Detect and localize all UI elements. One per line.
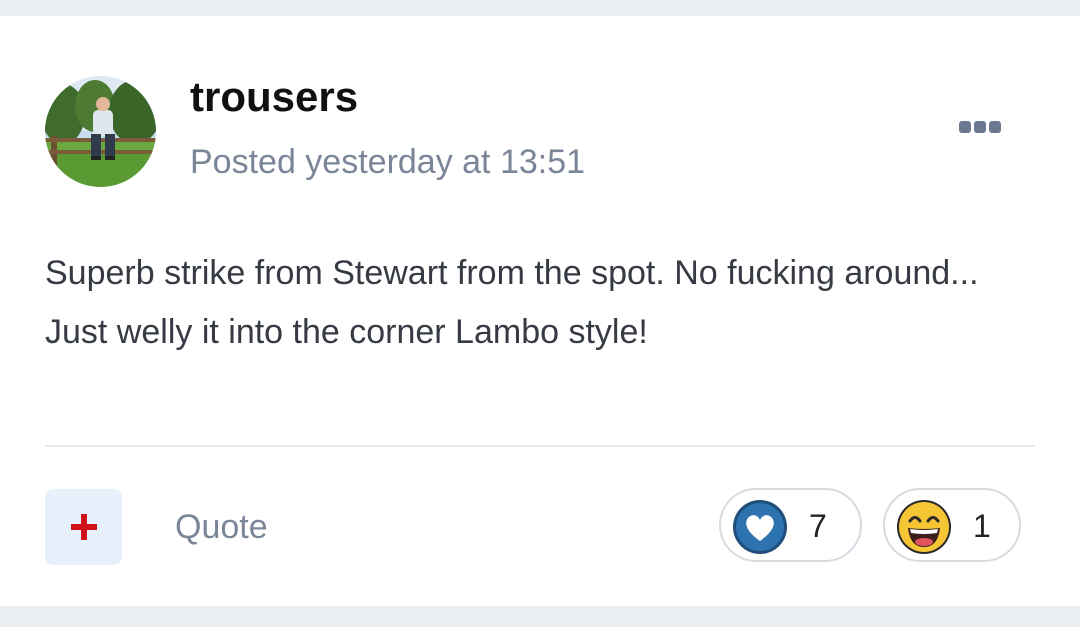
reaction-count: 7	[809, 508, 827, 544]
add-reaction-button[interactable]	[45, 489, 122, 565]
ellipsis-icon-dot	[989, 121, 1001, 133]
post-author[interactable]: trousers	[190, 72, 358, 122]
avatar-photo-icon	[45, 76, 156, 187]
avatar[interactable]	[45, 76, 156, 187]
post-timestamp[interactable]: Posted yesterday at 13:51	[190, 140, 585, 184]
more-options-button[interactable]	[952, 112, 1008, 142]
divider	[45, 445, 1035, 447]
forum-post: trousers Posted yesterday at 13:51 Super…	[0, 16, 1080, 606]
reaction-like[interactable]: 7	[719, 488, 862, 562]
ellipsis-icon-dot	[974, 121, 986, 133]
reaction-haha[interactable]: 1	[883, 488, 1021, 562]
ellipsis-icon	[959, 121, 971, 133]
laughing-face-icon	[897, 500, 951, 554]
reaction-count: 1	[973, 508, 991, 544]
post-body: Superb strike from Stewart from the spot…	[45, 254, 979, 351]
quote-button[interactable]: Quote	[175, 505, 268, 549]
heart-icon	[733, 500, 787, 554]
plus-icon	[70, 514, 97, 540]
